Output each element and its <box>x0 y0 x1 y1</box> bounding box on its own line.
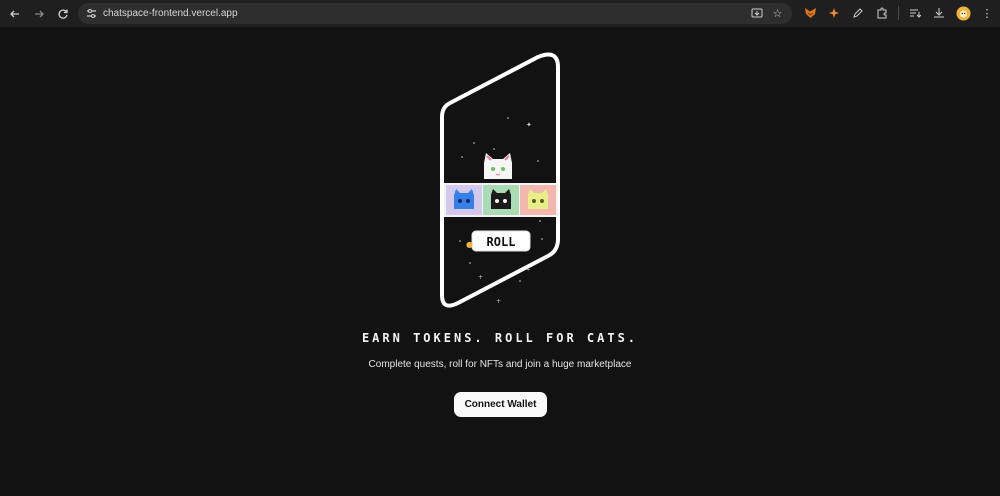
back-button[interactable] <box>4 3 26 25</box>
svg-text:+: + <box>526 267 530 273</box>
reload-icon <box>58 9 68 19</box>
extensions-bar: ⋮ <box>800 3 997 23</box>
download-icon <box>934 8 944 18</box>
hero-illustration: ✦ + + ◆ + <box>440 52 560 308</box>
metamask-icon <box>804 8 816 18</box>
extensions-button[interactable] <box>872 3 892 23</box>
roll-button[interactable]: ROLL <box>471 230 531 252</box>
svg-text:✦: ✦ <box>526 121 532 129</box>
slot-tile-1 <box>446 185 482 215</box>
install-app-icon <box>751 8 762 18</box>
profile-avatar-icon <box>956 6 970 20</box>
profile-button[interactable] <box>953 3 973 23</box>
phantom-icon <box>829 8 839 18</box>
hero-headline: EARN TOKENS. ROLL FOR CATS. <box>361 331 639 345</box>
svg-text:+: + <box>496 298 501 305</box>
forward-button[interactable] <box>28 3 50 25</box>
arrow-left-icon <box>10 10 19 17</box>
url-text[interactable]: chatspace-frontend.vercel.app <box>103 8 238 19</box>
card-frame <box>440 52 560 308</box>
slot-tile-3 <box>520 185 556 215</box>
svg-text:+: + <box>478 274 483 281</box>
kebab-menu-icon: ⋮ <box>981 7 993 20</box>
reading-list-button[interactable] <box>905 3 925 23</box>
metamask-extension[interactable] <box>800 3 820 23</box>
roll-label: ROLL <box>487 235 516 249</box>
pen-extension[interactable] <box>848 3 868 23</box>
downloads-button[interactable] <box>929 3 949 23</box>
slot-tile-2 <box>483 185 519 215</box>
browser-menu-button[interactable]: ⋮ <box>977 3 997 23</box>
browser-toolbar: chatspace-frontend.vercel.app ☆ ⋮ <box>0 0 1000 27</box>
star-icon: ☆ <box>772 8 783 20</box>
hero-subtitle: Complete quests, roll for NFTs and join … <box>368 359 632 370</box>
bookmark-button[interactable]: ☆ <box>769 5 786 22</box>
arrow-right-icon <box>35 10 44 17</box>
coin-icon: ● <box>466 240 473 249</box>
connect-wallet-button[interactable]: Connect Wallet <box>454 392 547 417</box>
install-app-button[interactable] <box>748 5 765 22</box>
site-info-button[interactable] <box>81 4 101 24</box>
pen-icon <box>853 8 863 18</box>
phantom-extension[interactable] <box>824 3 844 23</box>
reload-button[interactable] <box>52 3 74 25</box>
tune-icon <box>86 9 96 18</box>
address-bar[interactable]: chatspace-frontend.vercel.app ☆ <box>78 3 792 24</box>
toolbar-divider <box>898 6 899 20</box>
puzzle-icon <box>877 7 887 19</box>
reading-list-icon <box>910 9 921 18</box>
hero-section: ✦ + + ◆ + <box>0 27 1000 496</box>
